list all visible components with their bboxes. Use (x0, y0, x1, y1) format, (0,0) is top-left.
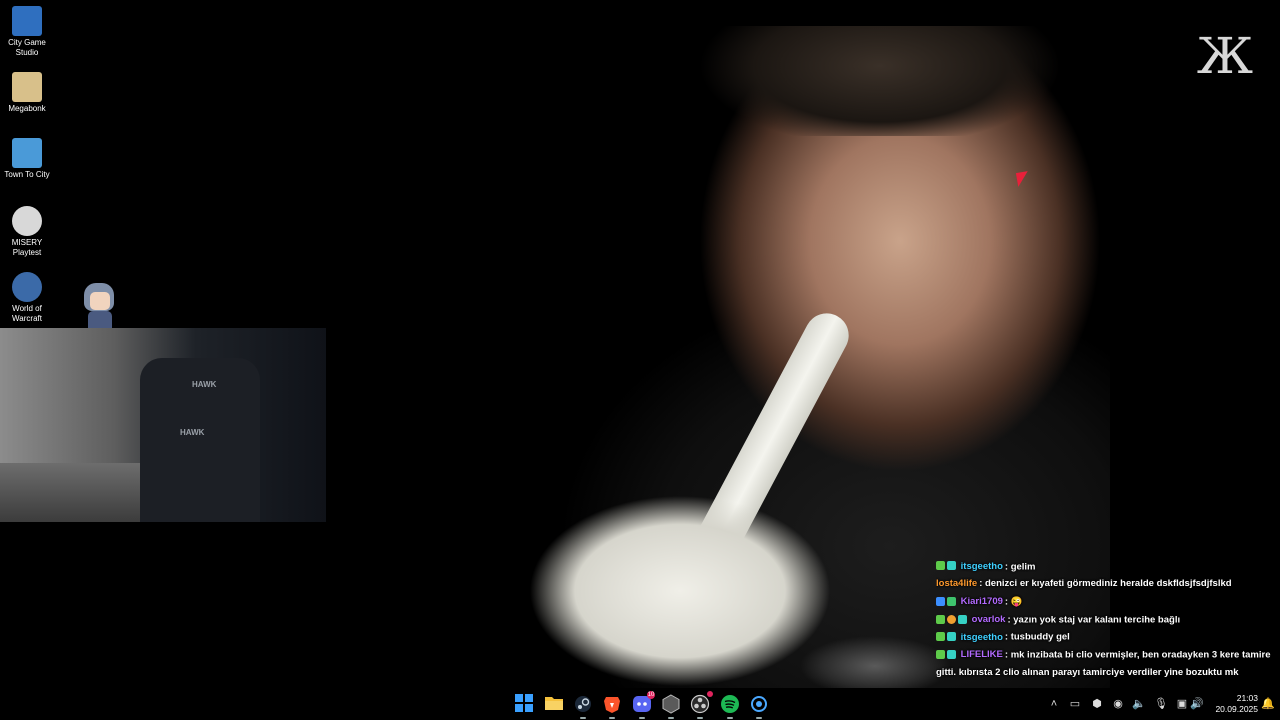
desktop-icon-misery-playtest[interactable]: MISERY Playtest (0, 202, 54, 258)
cube-icon (662, 694, 680, 714)
clock-date: 20.09.2025 (1215, 704, 1258, 714)
chat-badge-icon (947, 596, 956, 606)
chat-message: Kiari1709: 😜 (936, 593, 1276, 611)
spotify-icon (721, 695, 739, 713)
mouse-cursor-icon (1015, 171, 1031, 187)
chat-badge-icon (947, 614, 956, 624)
wallpaper-hair (700, 26, 1060, 136)
taskbar-steam[interactable] (573, 694, 593, 719)
chat-text: yazın yok staj var kalanı tercihe bağlı (1013, 613, 1181, 625)
tray-app-icon[interactable]: ⬢ (1088, 688, 1106, 720)
chat-badge-icon (936, 614, 945, 624)
taskbar-app-cube[interactable] (661, 694, 681, 719)
chat-badge-icon (947, 632, 956, 642)
taskbar-discord[interactable]: 10 (632, 691, 655, 719)
chat-badge-icon (936, 650, 945, 660)
webcam-overlay: HAWK HAWK (0, 328, 326, 522)
chair-brand-label: HAWK (180, 428, 205, 437)
battle-net-icon (751, 696, 767, 712)
desktop-icon-label: Megabonk (8, 104, 46, 113)
chat-badge-icon (936, 596, 945, 606)
taskbar-brave[interactable] (602, 694, 622, 719)
mascot-face (90, 292, 110, 310)
windows-logo-icon (515, 694, 533, 712)
taskbar-file-explorer[interactable] (544, 694, 564, 714)
taskbar-obs[interactable] (690, 691, 713, 719)
chat-badge-icon (958, 614, 967, 624)
city-game-studio-icon (12, 6, 42, 36)
volume-icon[interactable]: 🔈 (1130, 688, 1148, 720)
chat-message: itsgeetho: gelim (936, 558, 1276, 576)
desktop-icon-town-to-city[interactable]: Town To City (0, 134, 54, 180)
desktop-icon-world-of-warcraft[interactable]: World of Warcraft (0, 268, 54, 324)
taskbar-spotify[interactable] (720, 694, 740, 719)
notification-bell-icon[interactable]: 🔔 (1260, 688, 1276, 720)
chat-text: gelim (1010, 560, 1036, 572)
desktop-icon-label: MISERY Playtest (11, 238, 43, 257)
desktop-icon-city-game-studio[interactable]: City Game Studio (0, 2, 54, 58)
discord-notification-badge: 10 (647, 691, 655, 699)
chat-message-cutoff (936, 548, 1276, 558)
start-button[interactable] (515, 694, 535, 714)
microphone-icon[interactable]: 🎙 (1152, 688, 1170, 720)
chat-message: losta4life: denizci er kıyafeti görmedin… (936, 578, 1232, 590)
chat-message: ovarlok: yazın yok staj var kalanı terci… (936, 611, 1276, 629)
desktop-icon-label: City Game Studio (8, 38, 46, 57)
chat-badge-icon (947, 650, 956, 660)
battery-icon[interactable]: ▭ (1066, 688, 1084, 720)
chevron-up-icon[interactable]: ˄ (1045, 688, 1063, 720)
channel-logo: Ж (1196, 27, 1254, 85)
chair-brand-label: HAWK (192, 380, 217, 389)
chat-badge-icon (936, 632, 945, 642)
obs-icon (690, 694, 710, 714)
misery-playtest-icon (12, 206, 42, 236)
folder-icon (545, 697, 563, 710)
speaker-icon[interactable]: 🔊 (1188, 688, 1206, 720)
chat-message: itsgeetho: tusbuddy gel (936, 628, 1276, 646)
steam-tray-icon[interactable]: ◉ (1109, 688, 1127, 720)
chat-username: losta4life (936, 578, 978, 590)
chat-username: ovarlok (971, 613, 1006, 625)
chat-username: itsgeetho (960, 631, 1003, 643)
world-of-warcraft-icon (12, 272, 42, 302)
desktop-icon-label: Town To City (4, 170, 50, 179)
stream-chat-overlay: itsgeetho: gelim losta4life: denizci er … (936, 548, 1276, 688)
microphone-windscreen (800, 636, 950, 696)
wallpaper-glove-hand (530, 496, 830, 686)
obs-recording-dot (707, 691, 713, 697)
brave-lion-icon (604, 697, 620, 713)
chat-username: Kiari1709 (960, 596, 1003, 608)
megabonk-icon (12, 72, 42, 102)
chat-badge-icon (947, 561, 956, 571)
taskbar-battle-net[interactable] (749, 694, 769, 719)
chat-text: 😜 (1010, 596, 1023, 608)
chat-badge-icon (936, 561, 945, 571)
chat-text: denizci er kıyafeti görmediniz heralde d… (985, 578, 1232, 590)
webcam-bed (0, 463, 160, 522)
steam-icon (575, 696, 591, 712)
chat-message: LIFELIKE: mk inzibata bi clio vermişler,… (936, 649, 1271, 678)
clock-time: 21:03 (1236, 693, 1258, 703)
desktop-icon-megabonk[interactable]: Megabonk (0, 68, 54, 114)
taskbar-clock[interactable]: 21:03 20.09.2025 (1206, 693, 1258, 715)
taskbar: 10 ˄ ▭ ⬢ ◉ 🔈 🎙 ▣ 🔊 21:03 20.09.2025 🔔 (0, 688, 1280, 720)
chat-username: LIFELIKE (960, 649, 1003, 661)
desktop-icon-label: World of Warcraft (12, 304, 42, 323)
chat-text: tusbuddy gel (1010, 631, 1070, 643)
town-to-city-icon (12, 138, 42, 168)
chat-username: itsgeetho (960, 560, 1003, 572)
